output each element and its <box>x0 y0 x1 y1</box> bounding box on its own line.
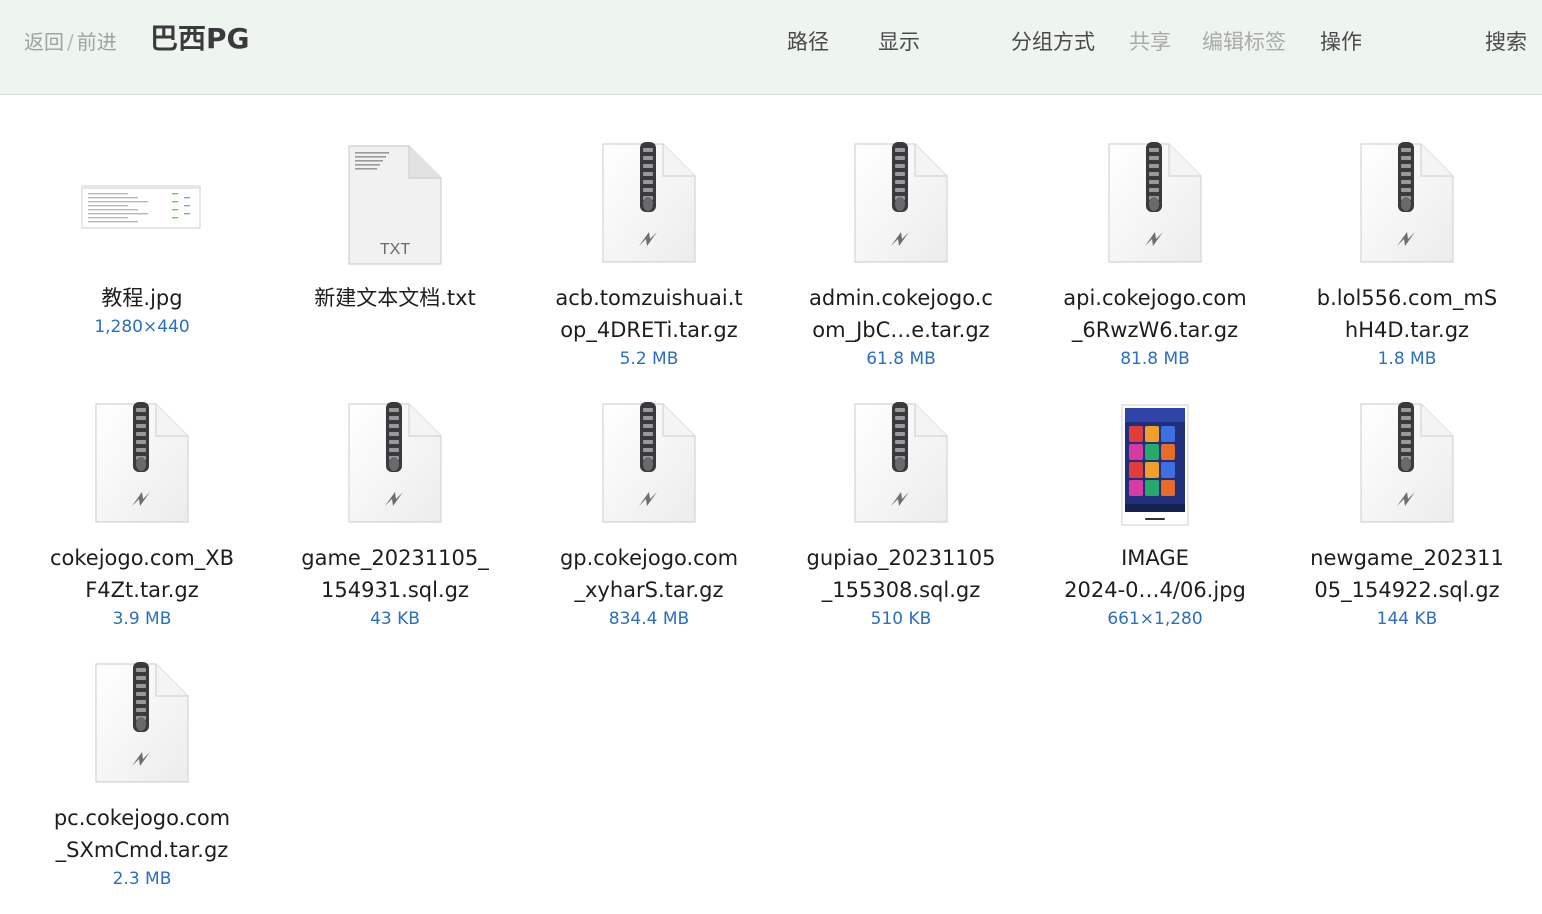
archive-zipper-icon <box>1029 142 1281 272</box>
file-meta: 510 KB <box>870 609 932 629</box>
svg-text:TXT: TXT <box>380 241 410 258</box>
archive-zipper-icon <box>523 402 775 532</box>
file-meta: 1.8 MB <box>1377 349 1437 369</box>
file-meta: 144 KB <box>1376 609 1438 629</box>
file-name: 新建文本文档.txt <box>314 286 476 310</box>
archive-zipper-icon <box>1281 402 1533 532</box>
file-name: acb.tomzuishuai.t op_4DRETi.tar.gz <box>555 286 743 342</box>
archive-zipper-icon <box>16 402 268 532</box>
file-meta: 2.3 MB <box>112 869 172 889</box>
file-name: admin.cokejogo.c om_JbC…e.tar.gz <box>809 286 993 342</box>
archive-zipper-icon <box>16 662 268 792</box>
file-name: b.lol556.com_mS hH4D.tar.gz <box>1316 286 1498 342</box>
text-document-icon: TXT <box>269 144 521 274</box>
archive-zipper-icon <box>775 402 1027 532</box>
file-meta: 5.2 MB <box>619 349 679 369</box>
file-meta: 661×1,280 <box>1107 609 1203 629</box>
file-meta: 3.9 MB <box>112 609 172 629</box>
file-meta: 834.4 MB <box>608 609 690 629</box>
file-name: 教程.jpg <box>101 286 183 310</box>
file-meta: 1,280×440 <box>94 317 190 337</box>
archive-zipper-icon <box>775 142 1027 272</box>
file-name: gp.cokejogo.com _xyharS.tar.gz <box>559 546 739 602</box>
file-name: game_20231105_ 154931.sql.gz <box>301 546 489 602</box>
archive-zipper-icon <box>523 142 775 272</box>
file-meta: 43 KB <box>370 609 420 629</box>
file-meta: 81.8 MB <box>1120 349 1190 369</box>
archive-zipper-icon <box>269 402 521 532</box>
phone-screenshot-thumbnail-icon <box>1029 404 1281 534</box>
archive-zipper-icon <box>1281 142 1533 272</box>
file-meta: 61.8 MB <box>866 349 936 369</box>
file-name: api.cokejogo.com _6RwzW6.tar.gz <box>1063 286 1247 342</box>
file-grid: 教程.jpg 1,280×440 TXT 新建文本文档.txt acb.tomzu… <box>0 0 1542 914</box>
file-name: newgame_202311 05_154922.sql.gz <box>1310 546 1504 602</box>
file-name: gupiao_20231105 _155308.sql.gz <box>806 546 996 602</box>
file-name: cokejogo.com_XB F4Zt.tar.gz <box>49 546 235 602</box>
file-name: pc.cokejogo.com _SXmCmd.tar.gz <box>53 806 231 862</box>
file-name: IMAGE 2024-0…4/06.jpg <box>1064 546 1246 602</box>
